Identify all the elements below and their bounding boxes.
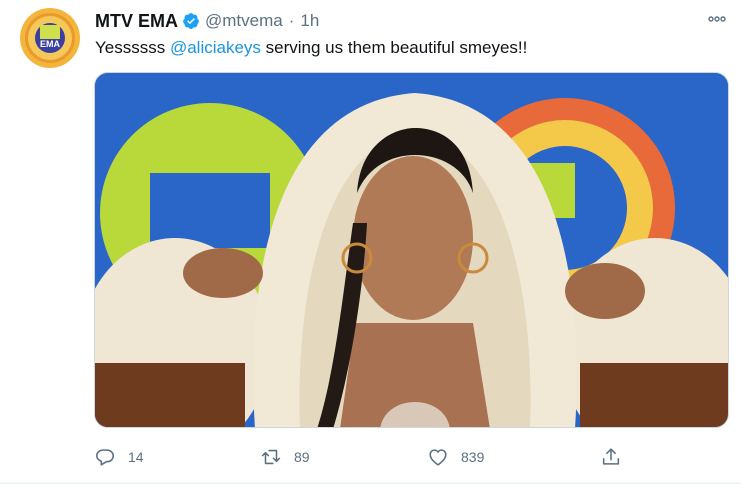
tweet-photo[interactable] [94, 72, 729, 428]
like-button[interactable]: 839 [427, 442, 484, 472]
tweet-text-before: Yessssss [95, 38, 170, 57]
tweet-timestamp[interactable]: 1h [300, 11, 319, 31]
reply-count: 14 [128, 449, 144, 465]
separator-dot: · [288, 11, 295, 30]
heart-icon [429, 449, 447, 466]
avatar-label: EMA [40, 39, 60, 49]
tweet-text-after: serving us them beautiful smeyes!! [260, 38, 528, 57]
tweet[interactable]: EMA MTV EMA @mtvema · 1h Yessssss @alici… [0, 0, 741, 484]
share-icon [602, 448, 620, 465]
avatar-mtv-logo [40, 25, 60, 39]
author-handle[interactable]: @mtvema [205, 11, 283, 31]
photo-illustration [95, 73, 728, 427]
verified-badge-icon [182, 12, 200, 30]
tweet-actions: 14 89 839 [94, 442, 729, 472]
tweet-header: MTV EMA @mtvema · 1h [95, 10, 319, 32]
author-name[interactable]: MTV EMA [95, 11, 178, 32]
reply-button[interactable]: 14 [94, 442, 144, 472]
retweet-count: 89 [294, 449, 310, 465]
like-count: 839 [461, 449, 485, 465]
retweet-icon [261, 449, 281, 465]
avatar[interactable]: EMA [20, 8, 80, 68]
more-dots-icon[interactable] [707, 12, 727, 26]
reply-icon [95, 449, 115, 466]
mention-link[interactable]: @aliciakeys [170, 38, 261, 57]
tweet-text: Yessssss @aliciakeys serving us them bea… [95, 38, 527, 58]
share-button[interactable] [600, 442, 622, 472]
retweet-button[interactable]: 89 [260, 442, 310, 472]
